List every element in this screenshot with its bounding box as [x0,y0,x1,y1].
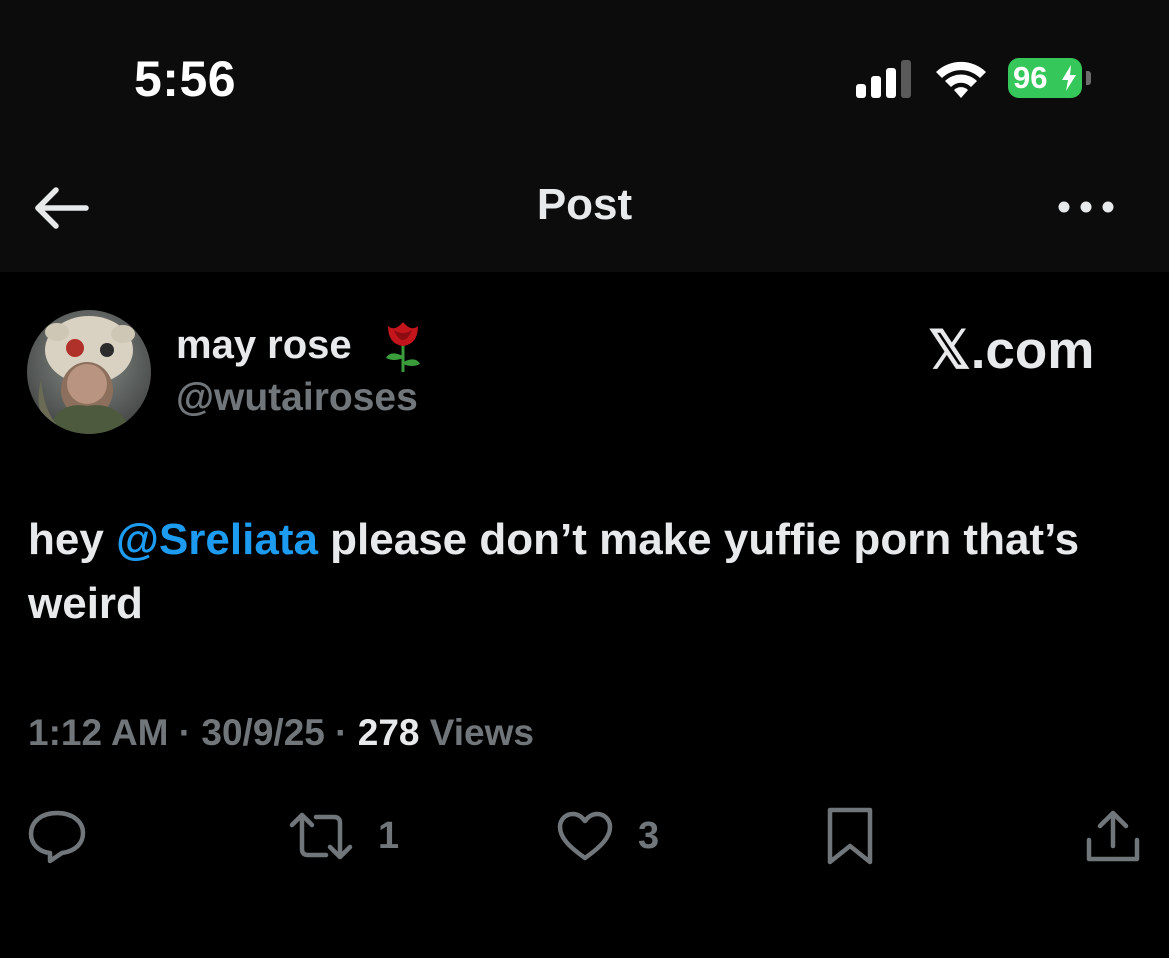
rose-icon [386,322,420,372]
heart-icon [557,811,613,861]
bookmark-icon [827,807,873,865]
top-bar: 5:56 96 Post [0,0,1169,272]
reply-button[interactable] [26,806,88,866]
post-date: 30/9/25 [201,712,325,753]
battery-level: 96 [1008,58,1082,98]
author-handle[interactable]: @wutairoses [176,376,418,420]
share-icon [1086,810,1140,862]
like-button[interactable]: 3 [556,806,659,866]
author-display-name[interactable]: may rose [176,323,352,368]
meta-separator: · [178,712,192,753]
views-label[interactable]: Views [430,712,534,753]
repost-count: 1 [378,814,400,857]
battery-tip [1086,71,1091,85]
wifi-icon [936,61,986,98]
meta-separator: · [335,712,348,753]
like-count: 3 [638,814,660,857]
mention-link[interactable]: @Sreliata [116,515,318,564]
avatar[interactable] [27,310,151,434]
post-metadata: 1:12 AM · 30/9/25 · 278 Views [28,712,534,754]
charging-bolt-icon [1062,65,1076,91]
share-button[interactable] [1084,806,1142,866]
post-text-before-mention: hey [28,515,117,564]
battery-percent: 96 [1013,60,1048,95]
page-title: Post [536,180,633,229]
bookmark-button[interactable] [826,806,874,866]
post-time: 1:12 AM [28,712,169,753]
cellular-signal-icon [856,60,911,98]
battery-indicator: 96 [1008,58,1092,98]
repost-button[interactable]: 1 [288,806,399,866]
post-text: hey @Sreliata please don’t make yuffie p… [28,508,1138,636]
reply-icon [28,810,86,864]
x-com-watermark: 𝕏.com [928,321,1095,380]
views-count[interactable]: 278 [358,712,420,753]
status-time: 5:56 [134,51,237,107]
ellipsis-icon[interactable] [1054,194,1118,220]
repost-icon [289,812,353,860]
